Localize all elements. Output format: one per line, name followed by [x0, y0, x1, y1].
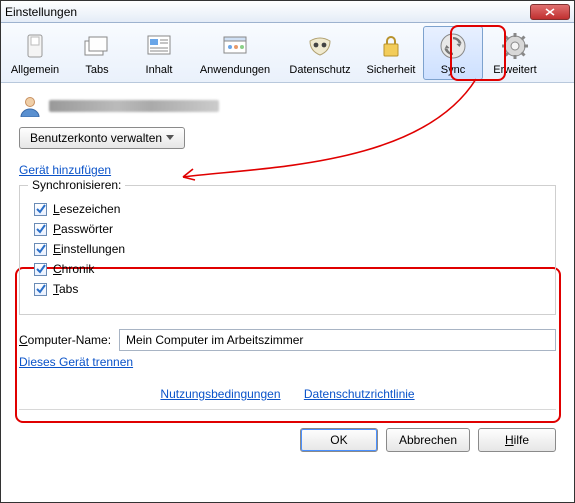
help-button[interactable]: Hilfe	[478, 428, 556, 452]
close-icon	[545, 8, 555, 16]
checkbox-bookmarks[interactable]: Lesezeichen	[34, 202, 541, 216]
toolbar: Allgemein Tabs Inhalt Anwendungen Datens…	[1, 23, 574, 83]
tab-label: Tabs	[85, 64, 108, 76]
disconnect-device-link[interactable]: Dieses Gerät trennen	[19, 355, 133, 369]
checkbox-icon	[34, 223, 47, 236]
tab-label: Allgemein	[11, 64, 59, 76]
window-title: Einstellungen	[5, 5, 530, 19]
ok-button[interactable]: OK	[300, 428, 378, 452]
manage-account-button[interactable]: Benutzerkonto verwalten	[19, 127, 185, 149]
tab-sync[interactable]: Sync	[423, 26, 483, 80]
divider	[19, 409, 556, 410]
content-icon	[143, 30, 175, 62]
lock-icon	[375, 30, 407, 62]
chevron-down-icon	[166, 135, 174, 141]
account-email-redacted	[49, 100, 219, 112]
account-row	[19, 95, 556, 117]
sync-fieldset: Synchronisieren: Lesezeichen Passwörter …	[19, 185, 556, 315]
computer-name-row: Computer-Name:	[19, 329, 556, 351]
tab-label: Sicherheit	[367, 64, 416, 76]
add-device-link[interactable]: Gerät hinzufügen	[19, 163, 111, 177]
computer-name-label: Computer-Name:	[19, 333, 111, 347]
avatar-icon	[19, 95, 41, 117]
tab-label: Inhalt	[146, 64, 173, 76]
button-label: Benutzerkonto verwalten	[30, 131, 162, 145]
tab-label: Sync	[441, 64, 465, 76]
cancel-button[interactable]: Abbrechen	[386, 428, 470, 452]
privacy-link[interactable]: Datenschutzrichtlinie	[304, 387, 415, 401]
tab-privacy[interactable]: Datenschutz	[281, 26, 359, 80]
sync-legend: Synchronisieren:	[28, 178, 125, 192]
switch-icon	[19, 30, 51, 62]
tab-label: Anwendungen	[200, 64, 270, 76]
tab-applications[interactable]: Anwendungen	[191, 26, 279, 80]
mask-icon	[304, 30, 336, 62]
tab-advanced[interactable]: Erweitert	[485, 26, 545, 80]
content-area: Benutzerkonto verwalten Gerät hinzufügen…	[1, 83, 574, 428]
settings-window: Einstellungen Allgemein Tabs Inhalt	[0, 0, 575, 503]
checkbox-label: Chronik	[53, 262, 94, 276]
tab-label: Erweitert	[493, 64, 536, 76]
footer-links: Nutzungsbedingungen Datenschutzrichtlini…	[19, 387, 556, 401]
footer-buttons: OK Abbrechen Hilfe	[1, 428, 574, 464]
tab-security[interactable]: Sicherheit	[361, 26, 421, 80]
button-label: Abbrechen	[399, 433, 457, 447]
checkbox-label: Lesezeichen	[53, 202, 120, 216]
button-label: Hilfe	[505, 433, 529, 447]
computer-name-input[interactable]	[119, 329, 556, 351]
checkbox-icon	[34, 263, 47, 276]
checkbox-settings[interactable]: Einstellungen	[34, 242, 541, 256]
checkbox-label: Tabs	[53, 282, 78, 296]
terms-link[interactable]: Nutzungsbedingungen	[160, 387, 280, 401]
titlebar: Einstellungen	[1, 1, 574, 23]
sync-icon	[437, 30, 469, 62]
checkbox-history[interactable]: Chronik	[34, 262, 541, 276]
gear-icon	[499, 30, 531, 62]
close-button[interactable]	[530, 4, 570, 20]
checkbox-icon	[34, 203, 47, 216]
tab-tabs[interactable]: Tabs	[67, 26, 127, 80]
checkbox-icon	[34, 283, 47, 296]
checkbox-label: Einstellungen	[53, 242, 125, 256]
checkbox-passwords[interactable]: Passwörter	[34, 222, 541, 236]
checkbox-tabs[interactable]: Tabs	[34, 282, 541, 296]
checkbox-icon	[34, 243, 47, 256]
checkbox-label: Passwörter	[53, 222, 113, 236]
tab-general[interactable]: Allgemein	[5, 26, 65, 80]
tab-content[interactable]: Inhalt	[129, 26, 189, 80]
tabs-icon	[81, 30, 113, 62]
button-label: OK	[330, 433, 347, 447]
applications-icon	[219, 30, 251, 62]
tab-label: Datenschutz	[289, 64, 350, 76]
